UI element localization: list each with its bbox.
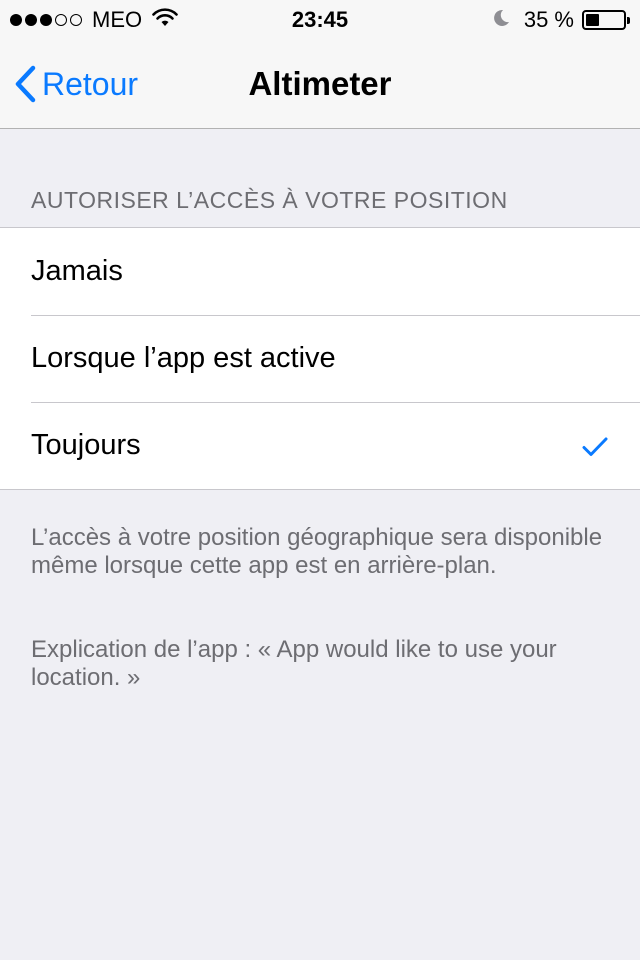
do-not-disturb-moon-icon xyxy=(492,7,510,33)
location-access-options: Jamais Lorsque l’app est active Toujours xyxy=(0,227,640,490)
option-never[interactable]: Jamais xyxy=(0,228,640,315)
navigation-bar: Retour Altimeter xyxy=(0,40,640,129)
option-label: Lorsque l’app est active xyxy=(31,342,336,374)
option-label: Toujours xyxy=(31,429,141,461)
battery-icon xyxy=(582,10,630,30)
status-bar: MEO 23:45 35 % xyxy=(0,0,640,40)
app-explanation-text: Explication de l’app : « App would like … xyxy=(31,636,557,691)
option-label: Jamais xyxy=(31,255,123,287)
battery-fill xyxy=(586,14,599,26)
page-title: Altimeter xyxy=(248,65,392,102)
status-right: 35 % xyxy=(492,7,630,33)
battery-percentage: 35 % xyxy=(523,7,574,32)
option-while-using[interactable]: Lorsque l’app est active xyxy=(0,315,640,402)
section-header: AUTORISER L’ACCÈS À VOTRE POSITION xyxy=(31,187,508,213)
checkmark-icon xyxy=(582,432,608,465)
option-always[interactable]: Toujours xyxy=(0,402,640,489)
section-footer-text: L’accès à votre position géographique se… xyxy=(31,524,603,579)
